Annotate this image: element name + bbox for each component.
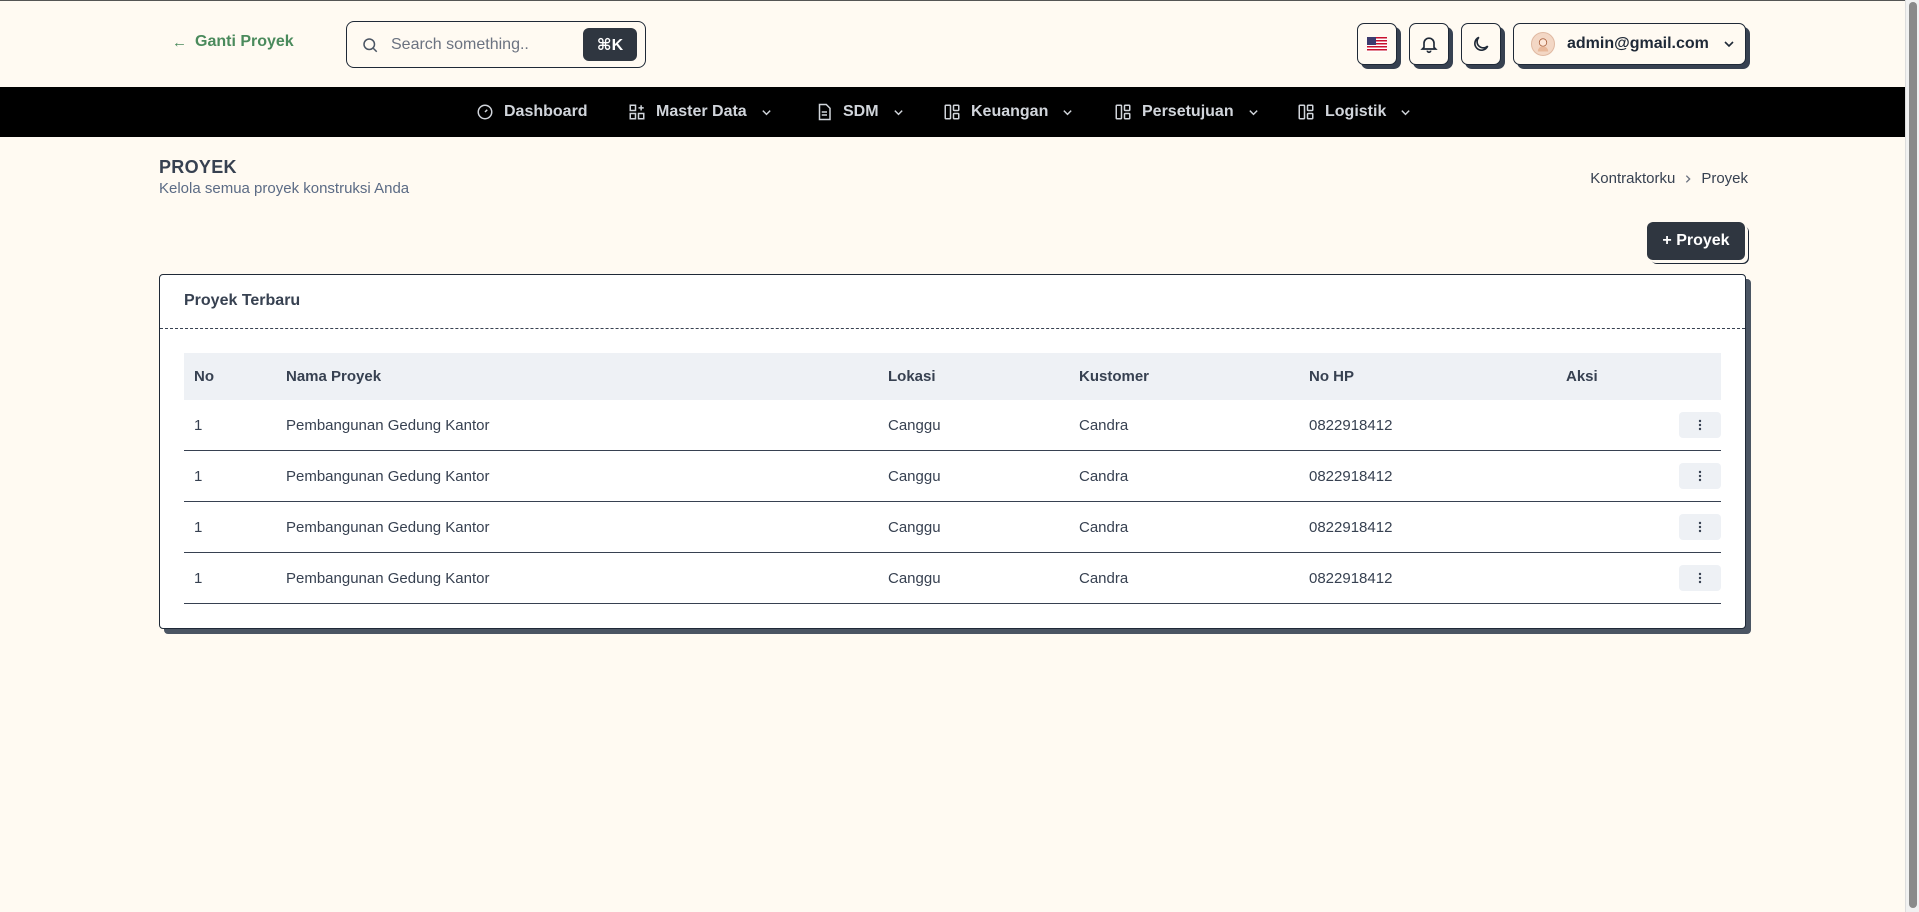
grid-plus-icon — [629, 104, 645, 120]
us-flag-icon — [1367, 36, 1387, 52]
nav-sdm-label: SDM — [843, 103, 879, 120]
more-vertical-icon — [1698, 419, 1702, 431]
col-header-nama: Nama Proyek — [286, 368, 382, 385]
cell-nohp: 0822918412 — [1309, 518, 1393, 536]
breadcrumb-current: Proyek — [1701, 170, 1748, 187]
col-header-aksi: Aksi — [1566, 368, 1598, 385]
chevron-right-icon — [1686, 174, 1691, 183]
user-menu-button[interactable]: admin@gmail.com — [1513, 23, 1746, 65]
cell-aksi — [1566, 502, 1721, 552]
nav-persetujuan-label: Persetujuan — [1142, 103, 1234, 120]
cell-nama: Pembangunan Gedung Kantor — [286, 569, 490, 587]
cell-nohp: 0822918412 — [1309, 569, 1393, 587]
top-header: ← Ganti Proyek ⌘K admin@gmail.com — [0, 1, 1905, 87]
notifications-button[interactable] — [1409, 23, 1449, 65]
chevron-down-icon — [1724, 41, 1734, 48]
col-header-nohp: No HP — [1309, 368, 1354, 385]
recent-projects-card: Proyek Terbaru No Nama Proyek Lokasi Kus… — [159, 274, 1746, 629]
nav-keuangan[interactable]: Keuangan — [943, 87, 1073, 137]
cell-no: 1 — [194, 467, 203, 485]
cell-aksi — [1566, 400, 1721, 450]
nav-dashboard-label: Dashboard — [504, 103, 588, 120]
breadcrumb-home[interactable]: Kontraktorku — [1590, 170, 1675, 187]
cell-kustomer: Candra — [1079, 569, 1129, 587]
page-title: PROYEK — [159, 157, 237, 177]
chevron-down-icon — [1248, 109, 1258, 115]
page-subtitle: Kelola semua proyek konstruksi Anda — [159, 180, 410, 197]
row-actions-button[interactable] — [1679, 412, 1721, 438]
cell-kustomer: Candra — [1079, 416, 1129, 434]
nav-dashboard[interactable]: Dashboard — [476, 87, 588, 137]
cell-nohp: 0822918412 — [1309, 416, 1393, 434]
cell-lokasi: Canggu — [888, 569, 941, 587]
nav-master-data[interactable]: Master Data — [628, 87, 772, 137]
row-actions-button[interactable] — [1679, 565, 1721, 591]
row-actions-button[interactable] — [1679, 463, 1721, 489]
change-project-label: Ganti Proyek — [195, 33, 294, 50]
avatar-face-icon — [1537, 38, 1549, 52]
cell-lokasi: Canggu — [888, 518, 941, 536]
layout-icon — [1115, 104, 1131, 120]
change-project-link[interactable]: ← Ganti Proyek — [172, 33, 294, 51]
cell-no: 1 — [194, 569, 203, 587]
cell-nohp: 0822918412 — [1309, 467, 1393, 485]
cell-kustomer: Candra — [1079, 467, 1129, 485]
search-input[interactable] — [391, 35, 571, 54]
user-email: admin@gmail.com — [1567, 35, 1709, 52]
card-divider — [160, 328, 1745, 329]
bell-icon — [1420, 37, 1438, 54]
more-vertical-icon — [1698, 572, 1702, 584]
cell-nama: Pembangunan Gedung Kantor — [286, 467, 490, 485]
nav-logistik[interactable]: Logistik — [1297, 87, 1411, 137]
language-button[interactable] — [1357, 23, 1397, 65]
gauge-icon — [477, 104, 493, 120]
chevron-down-icon — [762, 109, 771, 115]
cell-kustomer: Candra — [1079, 518, 1129, 536]
table-header: No Nama Proyek Lokasi Kustomer No HP Aks… — [184, 353, 1721, 400]
moon-icon — [1474, 36, 1489, 51]
cell-nama: Pembangunan Gedung Kantor — [286, 518, 490, 536]
more-vertical-icon — [1698, 521, 1702, 533]
cell-no: 1 — [194, 416, 203, 434]
cell-lokasi: Canggu — [888, 416, 941, 434]
projects-table: No Nama Proyek Lokasi Kustomer No HP Aks… — [184, 353, 1721, 604]
document-icon — [818, 103, 831, 121]
cell-lokasi: Canggu — [888, 467, 941, 485]
breadcrumb: Kontraktorku Proyek — [1590, 170, 1748, 187]
layout-icon — [1298, 104, 1314, 120]
table-row: 1 Pembangunan Gedung Kantor Canggu Candr… — [184, 502, 1721, 553]
row-actions-button[interactable] — [1679, 514, 1721, 540]
table-row: 1 Pembangunan Gedung Kantor Canggu Candr… — [184, 400, 1721, 451]
card-title: Proyek Terbaru — [184, 292, 301, 309]
cell-aksi — [1566, 553, 1721, 603]
chevron-down-icon — [1401, 109, 1411, 115]
more-vertical-icon — [1698, 470, 1702, 482]
cell-aksi — [1566, 451, 1721, 501]
arrow-left-icon: ← — [172, 33, 187, 51]
nav-master-data-label: Master Data — [656, 103, 747, 120]
col-header-lokasi: Lokasi — [888, 368, 936, 385]
add-project-button[interactable]: + Proyek — [1647, 222, 1745, 260]
col-header-no: No — [194, 368, 214, 385]
cell-nama: Pembangunan Gedung Kantor — [286, 416, 490, 434]
scrollbar-thumb[interactable] — [1909, 2, 1917, 908]
table-row: 1 Pembangunan Gedung Kantor Canggu Candr… — [184, 553, 1721, 604]
cell-no: 1 — [194, 518, 203, 536]
nav-logistik-label: Logistik — [1325, 103, 1387, 120]
nav-keuangan-label: Keuangan — [971, 103, 1049, 120]
chevron-down-icon — [893, 109, 903, 115]
nav-sdm[interactable]: SDM — [815, 87, 904, 137]
search-shortcut-badge: ⌘K — [583, 28, 637, 61]
avatar — [1531, 32, 1555, 56]
page-scrollbar[interactable] — [1905, 0, 1919, 912]
main-nav: Dashboard Master Data SDM Keuangan Perse… — [0, 87, 1905, 137]
search-box[interactable]: ⌘K — [346, 21, 646, 68]
table-row: 1 Pembangunan Gedung Kantor Canggu Candr… — [184, 451, 1721, 502]
layout-icon — [944, 104, 960, 120]
col-header-kustomer: Kustomer — [1079, 368, 1150, 385]
dark-mode-toggle[interactable] — [1461, 23, 1501, 65]
search-icon — [363, 37, 378, 52]
chevron-down-icon — [1063, 109, 1073, 115]
nav-persetujuan[interactable]: Persetujuan — [1114, 87, 1259, 137]
